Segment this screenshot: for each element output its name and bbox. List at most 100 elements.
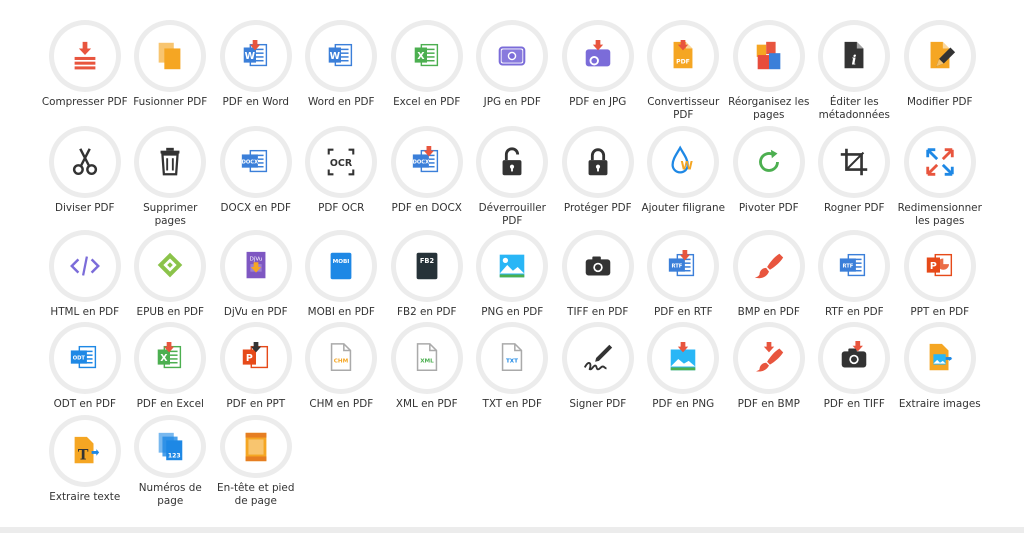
tool-icon-circle[interactable]: DOCX	[395, 131, 458, 193]
tool-label[interactable]: Word en PDF	[298, 96, 384, 109]
tool-label[interactable]: RTF en PDF	[811, 306, 897, 319]
tool-label[interactable]: BMP en PDF	[726, 306, 812, 319]
tool-resize[interactable]: Redimensionner les pages	[897, 126, 983, 230]
tool-pdf-converter[interactable]: PDF Convertisseur PDF	[641, 20, 727, 126]
tool-pdf-to-tiff[interactable]: PDF en TIFF	[812, 322, 898, 415]
tool-ppt[interactable]: P PPT en PDF	[897, 230, 983, 322]
tool-icon-circle[interactable]: X	[139, 327, 202, 389]
tool-camera[interactable]: JPG en PDF	[470, 20, 556, 126]
tool-label[interactable]: Pivoter PDF	[726, 202, 812, 215]
tool-icon-circle[interactable]	[566, 131, 629, 193]
tool-icon-circle[interactable]: T	[53, 420, 116, 482]
tool-label[interactable]: JPG en PDF	[469, 96, 555, 109]
tool-icon-circle[interactable]	[566, 327, 629, 389]
tool-pdf-to-excel[interactable]: X PDF en Excel	[128, 322, 214, 415]
tool-label[interactable]: PDF en Word	[213, 96, 299, 109]
tool-tiff-camera[interactable]: TIFF en PDF	[555, 230, 641, 322]
tool-brush[interactable]: BMP en PDF	[726, 230, 812, 322]
tool-icon-circle[interactable]: ODT	[53, 327, 116, 389]
tool-pdf-to-png[interactable]: PDF en PNG	[641, 322, 727, 415]
tool-icon-circle[interactable]: FB2	[395, 235, 458, 297]
tool-icon-circle[interactable]	[652, 327, 715, 389]
tool-label[interactable]: PNG en PDF	[469, 306, 555, 319]
tool-label[interactable]: XML en PDF	[384, 398, 470, 411]
tool-header-footer[interactable]: En-tête et pied de page	[213, 415, 299, 508]
tool-label[interactable]: Rogner PDF	[811, 202, 897, 215]
tool-signature[interactable]: Signer PDF	[555, 322, 641, 415]
tool-icon-circle[interactable]: W	[224, 25, 287, 87]
tool-icon-circle[interactable]	[908, 25, 971, 87]
tool-label[interactable]: Compresser PDF	[42, 96, 128, 109]
tool-icon-circle[interactable]	[481, 131, 544, 193]
tool-icon-circle[interactable]: TXT	[481, 327, 544, 389]
tool-icon-circle[interactable]: CHM	[310, 327, 373, 389]
tool-icon-circle[interactable]	[737, 235, 800, 297]
tool-merge[interactable]: Fusionner PDF	[128, 20, 214, 126]
tool-label[interactable]: Modifier PDF	[897, 96, 983, 109]
tool-icon-circle[interactable]	[224, 420, 287, 473]
tool-pdf-to-bmp[interactable]: PDF en BMP	[726, 322, 812, 415]
tool-icon-circle[interactable]	[908, 131, 971, 193]
tool-label[interactable]: Ajouter filigrane	[640, 202, 726, 215]
tool-icon-circle[interactable]: 123	[139, 420, 202, 473]
tool-icon-circle[interactable]	[139, 25, 202, 87]
tool-icon-circle[interactable]: PDF	[652, 25, 715, 87]
tool-label[interactable]: Protéger PDF	[555, 202, 641, 215]
tool-label[interactable]: PDF en JPG	[555, 96, 641, 109]
tool-icon-circle[interactable]: OCR	[310, 131, 373, 193]
tool-label[interactable]: PDF en PNG	[640, 398, 726, 411]
tool-label[interactable]: TXT en PDF	[469, 398, 555, 411]
tool-png-image[interactable]: PNG en PDF	[470, 230, 556, 322]
tool-icon-circle[interactable]	[566, 235, 629, 297]
tool-pdf-to-word[interactable]: W PDF en Word	[213, 20, 299, 126]
tool-label[interactable]: PDF en PPT	[213, 398, 299, 411]
tool-icon-circle[interactable]: RTF	[823, 235, 886, 297]
tool-icon-circle[interactable]: XML	[395, 327, 458, 389]
tool-label[interactable]: PDF en Excel	[127, 398, 213, 411]
tool-label[interactable]: Supprimer pages	[127, 202, 213, 228]
tool-epub[interactable]: EPUB en PDF	[128, 230, 214, 322]
tool-icon-circle[interactable]	[566, 25, 629, 87]
tool-icon-circle[interactable]: i	[823, 25, 886, 87]
tool-icon-circle[interactable]	[139, 131, 202, 193]
tool-pdf-to-ppt[interactable]: P PDF en PPT	[213, 322, 299, 415]
tool-label[interactable]: PDF en BMP	[726, 398, 812, 411]
tool-label[interactable]: ODT en PDF	[42, 398, 128, 411]
tool-icon-circle[interactable]: DOCX	[224, 131, 287, 193]
tool-icon-circle[interactable]	[737, 131, 800, 193]
tool-label[interactable]: DOCX en PDF	[213, 202, 299, 215]
tool-metadata[interactable]: i Éditer les métadonnées	[812, 20, 898, 126]
tool-unlock[interactable]: Déverrouiller PDF	[470, 126, 556, 230]
tool-extract-images[interactable]: Extraire images	[897, 322, 983, 415]
tool-extract-text[interactable]: T Extraire texte	[42, 415, 128, 508]
tool-icon-circle[interactable]: MOBI	[310, 235, 373, 297]
tool-page-numbers[interactable]: 123 Numéros de page	[128, 415, 214, 508]
tool-label[interactable]: Diviser PDF	[42, 202, 128, 215]
tool-label[interactable]: PDF en RTF	[640, 306, 726, 319]
tool-label[interactable]: Réorganisez les pages	[726, 96, 812, 122]
tool-label[interactable]: Convertisseur PDF	[640, 96, 726, 122]
tool-pdf-to-jpg[interactable]: PDF en JPG	[555, 20, 641, 126]
tool-icon-circle[interactable]	[481, 25, 544, 87]
tool-label[interactable]: PDF OCR	[298, 202, 384, 215]
tool-ocr[interactable]: OCR PDF OCR	[299, 126, 385, 230]
tool-rotate[interactable]: Pivoter PDF	[726, 126, 812, 230]
tool-label[interactable]: FB2 en PDF	[384, 306, 470, 319]
tool-icon-circle[interactable]	[823, 131, 886, 193]
tool-djvu[interactable]: DjVu DjVu en PDF	[213, 230, 299, 322]
tool-excel[interactable]: X Excel en PDF	[384, 20, 470, 126]
tool-label[interactable]: Extraire images	[897, 398, 983, 411]
tool-label[interactable]: Excel en PDF	[384, 96, 470, 109]
tool-rtf[interactable]: RTF RTF en PDF	[812, 230, 898, 322]
tool-pdf-to-docx[interactable]: DOCX PDF en DOCX	[384, 126, 470, 230]
tool-icon-circle[interactable]	[139, 235, 202, 297]
tool-label[interactable]: En-tête et pied de page	[213, 482, 299, 508]
tool-docx[interactable]: DOCX DOCX en PDF	[213, 126, 299, 230]
tool-reorganize[interactable]: Réorganisez les pages	[726, 20, 812, 126]
tool-icon-circle[interactable]: DjVu	[224, 235, 287, 297]
tool-label[interactable]: Redimensionner les pages	[897, 202, 983, 228]
tool-label[interactable]: Signer PDF	[555, 398, 641, 411]
tool-icon-circle[interactable]	[823, 327, 886, 389]
tool-mobi[interactable]: MOBI MOBI en PDF	[299, 230, 385, 322]
tool-icon-circle[interactable]	[53, 25, 116, 87]
